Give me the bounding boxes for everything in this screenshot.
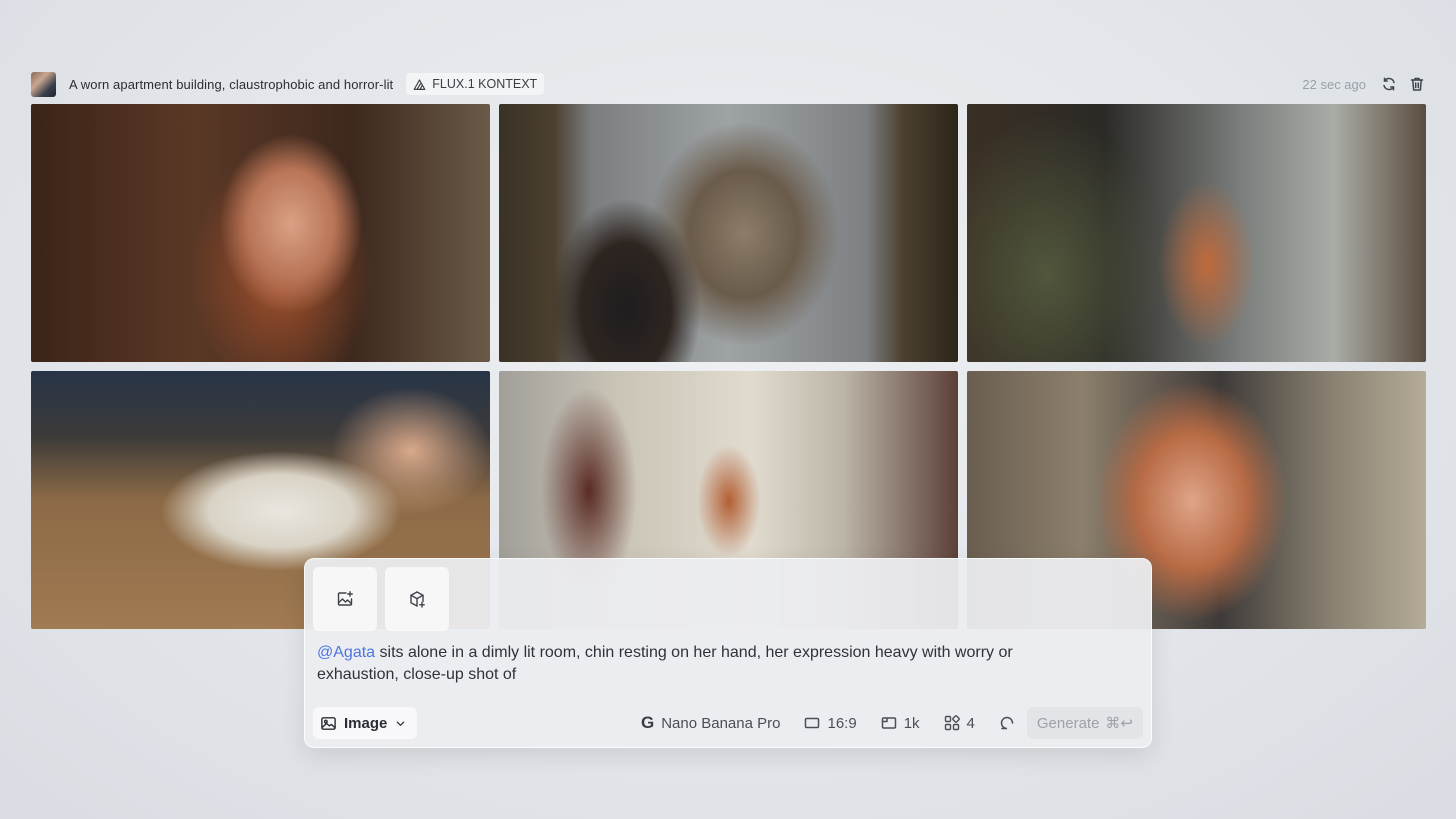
avatar[interactable] <box>31 71 56 97</box>
mention-tag[interactable]: @Agata <box>317 644 375 661</box>
trash-icon[interactable] <box>1408 75 1426 93</box>
resolution-icon <box>881 717 896 729</box>
image-gallery <box>31 104 1426 629</box>
aspect-ratio-selector[interactable]: 16:9 <box>792 707 868 739</box>
image-count-label: 4 <box>966 714 975 732</box>
prompt-title: A worn apartment building, claustrophobi… <box>69 76 394 92</box>
refresh-icon[interactable] <box>1380 75 1398 93</box>
model-selector[interactable]: G Nano Banana Pro <box>629 707 793 739</box>
chevron-down-icon <box>397 720 405 726</box>
model-label: Nano Banana Pro <box>661 714 781 732</box>
google-g-icon: G <box>640 713 655 732</box>
aspect-ratio-label: 16:9 <box>827 714 857 732</box>
output-type-label: Image <box>344 714 388 732</box>
generated-image-3[interactable] <box>967 104 1426 362</box>
image-icon <box>321 716 336 730</box>
model-badge-label: FLUX.1 KONTEXT <box>432 77 538 91</box>
timestamp: 22 sec ago <box>1302 76 1366 92</box>
add-object-icon <box>410 591 425 608</box>
add-image-icon <box>337 591 353 606</box>
generated-image-1[interactable] <box>31 104 490 362</box>
prompt-input[interactable]: @Agata sits alone in a dimly lit room, c… <box>317 642 1097 686</box>
generated-image-2[interactable] <box>499 104 958 362</box>
generate-button[interactable]: Generate ⌘↩ <box>1026 707 1143 739</box>
prompt-composer: @Agata sits alone in a dimly lit room, c… <box>304 558 1152 748</box>
generate-shortcut: ⌘↩ <box>1105 715 1133 732</box>
generate-label: Generate <box>1036 714 1100 732</box>
variation-toggle[interactable] <box>987 707 1027 739</box>
image-count-selector[interactable]: 4 <box>932 707 987 739</box>
aspect-ratio-icon <box>805 717 820 729</box>
output-type-select[interactable]: Image <box>313 707 418 739</box>
resolution-selector[interactable]: 1k <box>869 707 932 739</box>
composer-toolbar: Image G Nano Banana Pro 16:9 1k 4 Genera… <box>313 707 1143 739</box>
generation-header: A worn apartment building, claustrophobi… <box>31 71 1426 97</box>
resolution-label: 1k <box>903 714 920 732</box>
add-object-button[interactable] <box>385 567 449 631</box>
grid-icon <box>944 715 960 731</box>
add-image-button[interactable] <box>313 567 377 631</box>
flux-logo-icon <box>413 78 426 90</box>
model-badge: FLUX.1 KONTEXT <box>406 73 545 95</box>
prompt-text: sits alone in a dimly lit room, chin res… <box>317 644 1013 683</box>
loop-icon <box>1000 716 1014 730</box>
